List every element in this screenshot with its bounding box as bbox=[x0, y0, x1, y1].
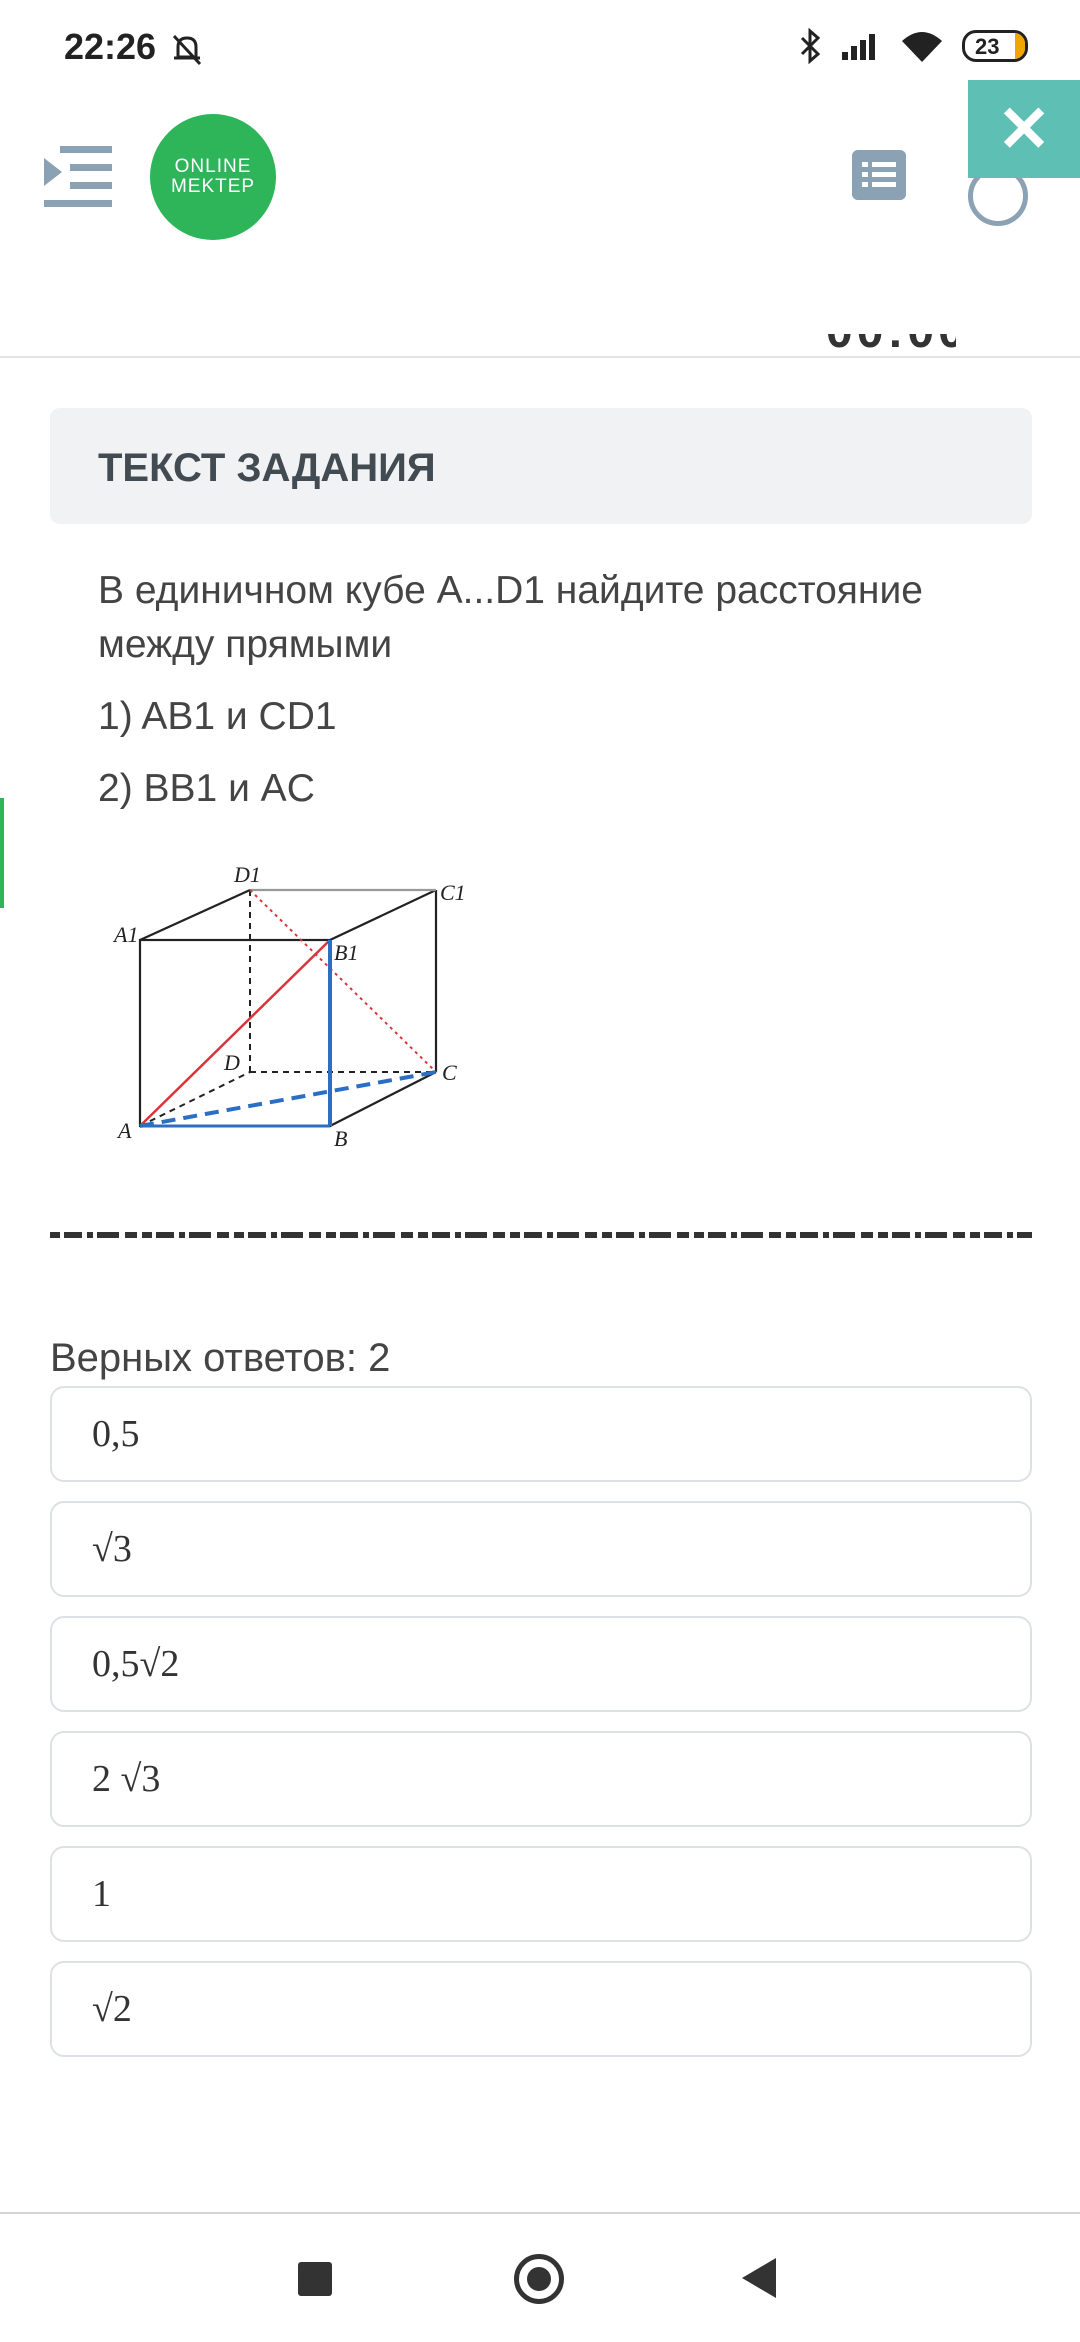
answer-option-4[interactable]: 2 √3 bbox=[50, 1731, 1032, 1827]
correct-answers-count: Верных ответов: 2 bbox=[50, 1336, 391, 1380]
question-item-1: 1) AB1 и CD1 bbox=[98, 695, 337, 738]
battery-level: 23 bbox=[975, 34, 1000, 59]
task-header: ТЕКСТ ЗАДАНИЯ bbox=[50, 408, 1032, 524]
line-cd1 bbox=[249, 889, 437, 1073]
line-ac bbox=[139, 1070, 437, 1128]
task-section-title: ТЕКСТ ЗАДАНИЯ bbox=[98, 446, 436, 490]
close-button[interactable]: ✕ bbox=[968, 80, 1080, 178]
status-time: 22:26 bbox=[64, 26, 157, 67]
timer: 00:00 bbox=[826, 334, 956, 356]
label-c: C bbox=[442, 1060, 457, 1085]
label-a: A bbox=[116, 1118, 132, 1143]
label-b1: B1 bbox=[334, 940, 358, 965]
answer-option-2[interactable]: √3 bbox=[50, 1501, 1032, 1597]
question-item-2: 2) BB1 и AC bbox=[98, 767, 315, 810]
cube-figure: A1 D1 C1 B1 D C A B bbox=[112, 862, 466, 1150]
label-d: D bbox=[223, 1050, 240, 1075]
label-a1: A1 bbox=[112, 922, 138, 947]
answer-option-1[interactable]: 0,5 bbox=[50, 1386, 1032, 1482]
answer-options: 0,5 √3 0,5√2 2 √3 1 √2 bbox=[50, 1386, 1032, 2076]
question-text: В единичном кубе А...D1 найдите расстоян… bbox=[98, 564, 1018, 816]
recents-icon[interactable] bbox=[298, 2262, 332, 2296]
signal-icon bbox=[842, 34, 875, 60]
label-c1: C1 bbox=[440, 880, 466, 905]
status-bar: 22:26 23 bbox=[0, 0, 1080, 100]
online-mektep-logo[interactable]: ONLINE MEKTEP bbox=[150, 114, 276, 240]
answer-option-5[interactable]: 1 bbox=[50, 1846, 1032, 1942]
list-icon[interactable] bbox=[852, 150, 906, 200]
bluetooth-icon bbox=[800, 28, 821, 64]
separator bbox=[50, 1232, 1032, 1238]
answer-option-3[interactable]: 0,5√2 bbox=[50, 1616, 1032, 1712]
app-header: ONLINE MEKTEP 00:00 bbox=[0, 100, 1080, 358]
edge-b1-c1 bbox=[329, 889, 437, 941]
side-tab[interactable] bbox=[0, 798, 4, 908]
logo-line-1: ONLINE bbox=[174, 156, 252, 177]
timer-value: 00:00 bbox=[826, 334, 956, 356]
answer-option-6[interactable]: √2 bbox=[50, 1961, 1032, 2057]
battery-indicator: 23 bbox=[962, 30, 1028, 62]
system-nav-bar bbox=[0, 2212, 1080, 2342]
notifications-off-icon bbox=[172, 34, 202, 66]
question-line: В единичном кубе А...D1 найдите расстоян… bbox=[98, 569, 923, 666]
label-d1: D1 bbox=[233, 862, 261, 887]
wifi-icon bbox=[902, 32, 942, 62]
label-b: B bbox=[334, 1126, 347, 1150]
menu-collapse-icon[interactable] bbox=[40, 142, 114, 212]
back-icon[interactable] bbox=[742, 2258, 776, 2298]
edge-a1-d1 bbox=[139, 888, 251, 942]
close-icon: ✕ bbox=[997, 93, 1051, 165]
home-icon[interactable] bbox=[514, 2254, 564, 2304]
logo-line-2: MEKTEP bbox=[170, 176, 256, 197]
